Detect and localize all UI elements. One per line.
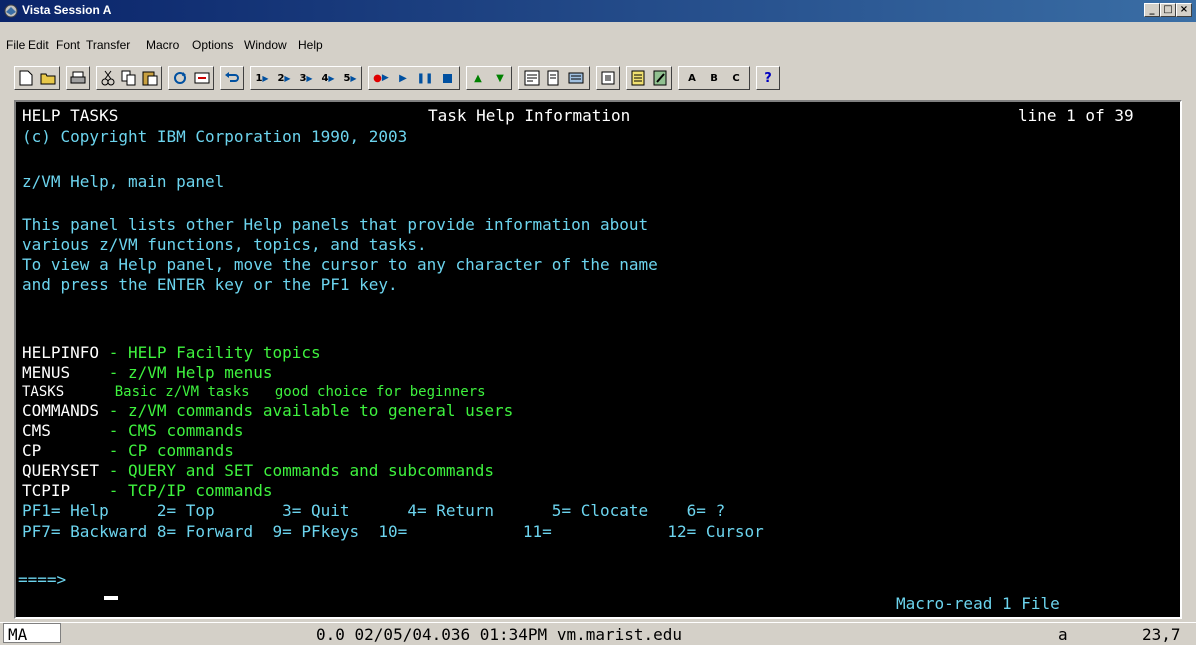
help-entry-queryset[interactable]: QUERYSET - QUERY and SET commands and su… xyxy=(22,461,494,481)
intro-line: various z/VM functions, topics, and task… xyxy=(22,235,427,254)
menu-file[interactable]: File xyxy=(6,38,25,52)
help-entry-menus[interactable]: MENUS - z/VM Help menus xyxy=(22,363,272,383)
intro-line: To view a Help panel, move the cursor to… xyxy=(22,255,658,274)
open-folder-icon[interactable] xyxy=(37,68,59,88)
session-tool-group: A B C xyxy=(678,66,750,90)
help-entry-helpinfo[interactable]: HELPINFO - HELP Facility topics xyxy=(22,343,321,363)
help-entry-tcpip[interactable]: TCPIP - TCP/IP commands xyxy=(22,481,272,501)
help-button[interactable]: ? xyxy=(756,66,780,90)
command-input-cursor[interactable] xyxy=(104,596,118,600)
undo-button[interactable] xyxy=(220,66,244,90)
capture-icon xyxy=(601,71,615,85)
pf-keys-row-1: PF1= Help 2= Top 3= Quit 4= Return 5= Cl… xyxy=(22,501,726,520)
settings-tool-group xyxy=(518,66,590,90)
pause-icon[interactable]: ❚❚ xyxy=(414,68,436,88)
file-tool-group xyxy=(14,66,60,90)
help-entry-cp[interactable]: CP - CP commands xyxy=(22,441,234,461)
properties-icon[interactable] xyxy=(521,68,543,88)
edit-document-icon[interactable] xyxy=(649,68,671,88)
session-c-button[interactable]: C xyxy=(725,68,747,88)
toolbar: 1 ▶ 2 ▶ 3 ▶ 4 ▶ 5 ▶ ● ▶ ▶ ❚❚ ▲ ▼ A B C ? xyxy=(0,66,1196,94)
copy-icon[interactable] xyxy=(118,68,139,88)
cursor-position: 23,7 xyxy=(1142,625,1181,644)
play-icon[interactable]: ▶ xyxy=(392,68,414,88)
menu-bar: File Edit Font Transfer Macro Options Wi… xyxy=(0,38,1196,58)
pf-keys-row-2: PF7= Backward 8= Forward 9= PFkeys 10= 1… xyxy=(22,522,764,541)
status-message: Macro-read 1 File xyxy=(896,594,1060,613)
macro-1-button[interactable]: 1 ▶ xyxy=(251,68,273,88)
refresh-icon[interactable] xyxy=(169,68,191,88)
arrow-up-icon[interactable]: ▲ xyxy=(467,68,489,88)
app-icon xyxy=(4,4,18,18)
menu-options[interactable]: Options xyxy=(192,38,233,52)
macro-3-button[interactable]: 3 ▶ xyxy=(295,68,317,88)
keyboard-map-icon[interactable] xyxy=(565,68,587,88)
clipboard-view-group xyxy=(626,66,672,90)
minimize-button[interactable]: _ xyxy=(1144,3,1160,17)
document-settings-icon[interactable] xyxy=(543,68,565,88)
help-entry-cms[interactable]: CMS - CMS commands xyxy=(22,421,244,441)
maximize-button[interactable]: □ xyxy=(1160,3,1176,17)
terminal-screen[interactable]: HELP TASKS Task Help Information line 1 … xyxy=(14,100,1182,619)
paste-icon[interactable] xyxy=(140,68,161,88)
panel-title: z/VM Help, main panel xyxy=(22,172,225,191)
menu-help[interactable]: Help xyxy=(298,38,323,52)
undo-icon xyxy=(225,72,239,82)
window-title: Vista Session A xyxy=(22,3,112,17)
macro-record-group: ● ▶ ▶ ❚❚ xyxy=(368,66,460,90)
session-a-button[interactable]: A xyxy=(681,68,703,88)
mode-indicator: MA xyxy=(8,625,28,644)
scroll-tool-group: ▲ ▼ xyxy=(466,66,512,90)
notepad-icon[interactable] xyxy=(627,68,649,88)
header-left: HELP TASKS xyxy=(22,106,119,125)
header-right: line 1 of 39 xyxy=(1018,106,1134,125)
print-icon xyxy=(70,71,86,84)
print-button[interactable] xyxy=(66,66,90,90)
intro-line: This panel lists other Help panels that … xyxy=(22,215,649,234)
macro-5-button[interactable]: 5 ▶ xyxy=(339,68,361,88)
session-info: 0.0 02/05/04.036 01:34PM vm.marist.edu xyxy=(316,625,683,644)
intro-line: and press the ENTER key or the PF1 key. xyxy=(22,275,398,294)
menu-font[interactable]: Font xyxy=(56,38,80,52)
macro-2-button[interactable]: 2 ▶ xyxy=(273,68,295,88)
session-b-button[interactable]: B xyxy=(703,68,725,88)
command-prompt: ====> xyxy=(18,570,67,589)
capture-button[interactable] xyxy=(596,66,620,90)
refresh-tool-group xyxy=(168,66,214,90)
cut-icon[interactable] xyxy=(97,68,118,88)
new-document-icon[interactable] xyxy=(15,68,37,88)
help-entry-tasks[interactable]: TASKS Basic z/VM tasks good choice for b… xyxy=(22,382,486,402)
copyright-line: (c) Copyright IBM Corporation 1990, 2003 xyxy=(22,127,408,146)
macro-tool-group: 1 ▶ 2 ▶ 3 ▶ 4 ▶ 5 ▶ xyxy=(250,66,362,90)
menu-macro[interactable]: Macro xyxy=(146,38,179,52)
stop-icon[interactable] xyxy=(436,68,458,88)
menu-edit[interactable]: Edit xyxy=(28,38,49,52)
status-bar: MA 0.0 02/05/04.036 01:34PM vm.marist.ed… xyxy=(0,622,1196,645)
title-bar: Vista Session A _ □ × xyxy=(0,0,1196,22)
transfer-icon[interactable] xyxy=(191,68,213,88)
menu-transfer[interactable]: Transfer xyxy=(86,38,130,52)
record-icon[interactable]: ● ▶ xyxy=(370,68,392,88)
session-letter: a xyxy=(1058,625,1068,644)
menu-window[interactable]: Window xyxy=(244,38,287,52)
help-entry-commands[interactable]: COMMANDS - z/VM commands available to ge… xyxy=(22,401,513,421)
macro-4-button[interactable]: 4 ▶ xyxy=(317,68,339,88)
close-button[interactable]: × xyxy=(1176,3,1192,17)
arrow-down-icon[interactable]: ▼ xyxy=(489,68,511,88)
clipboard-tool-group xyxy=(96,66,162,90)
header-center: Task Help Information xyxy=(428,106,631,125)
